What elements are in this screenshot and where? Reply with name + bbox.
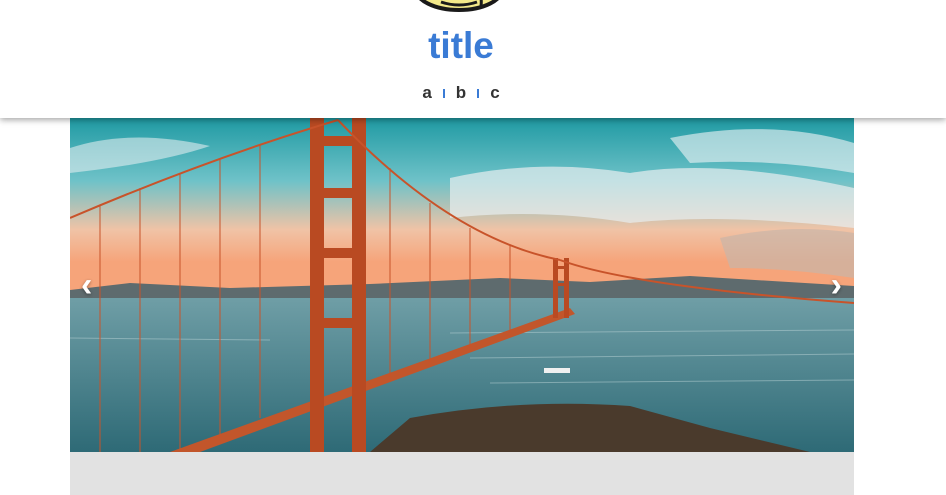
slide-image xyxy=(70,118,854,452)
logo-icon[interactable] xyxy=(411,0,507,14)
content-panel xyxy=(70,452,854,495)
nav-item-c[interactable]: c xyxy=(479,83,510,103)
image-slider: ‹ › xyxy=(70,118,854,452)
page-title: title xyxy=(428,25,494,66)
site-header: title a b c xyxy=(0,0,946,118)
main-nav: a b c xyxy=(0,83,922,103)
slider-prev-button[interactable]: ‹ xyxy=(81,268,92,302)
nav-item-b[interactable]: b xyxy=(445,83,477,103)
slider-next-button[interactable]: › xyxy=(831,268,842,302)
nav-item-a[interactable]: a xyxy=(411,83,442,103)
